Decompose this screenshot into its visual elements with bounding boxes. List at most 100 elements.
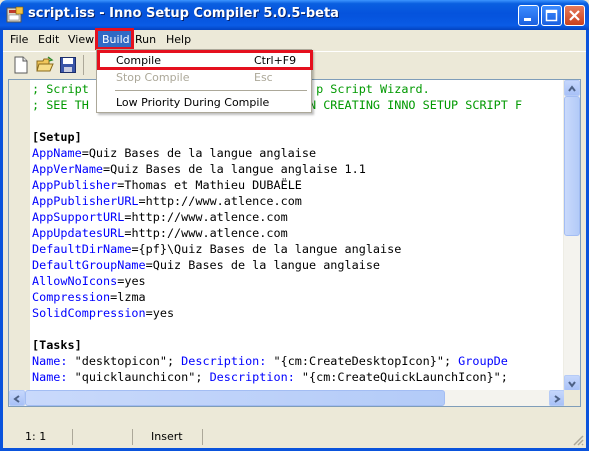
vertical-scroll-thumb[interactable] [564, 96, 580, 236]
code-token: "{cm:CreateQuickLaunchIcon}"; [294, 370, 508, 384]
window-title: script.iss - Inno Setup Compiler 5.0.5-b… [28, 6, 339, 21]
code-line[interactable]: AppUpdatesURL=http://www.atlence.com [32, 225, 564, 241]
code-token: Description: [209, 370, 295, 384]
code-line[interactable]: AppName=Quiz Bases de la langue anglaise [32, 145, 564, 161]
code-line[interactable]: DefaultGroupName=Quiz Bases de la langue… [32, 257, 564, 273]
title-bar[interactable]: script.iss - Inno Setup Compiler 5.0.5-b… [0, 0, 589, 30]
code-line[interactable]: [Setup] [32, 129, 564, 145]
code-token: =http://www.atlence.com [124, 210, 288, 224]
close-icon [569, 10, 580, 21]
status-position: 1: 1 [3, 429, 73, 445]
window-frame-left [0, 30, 3, 451]
code-line[interactable]: DefaultDirName={pf}\Quiz Bases de la lan… [32, 241, 564, 257]
scrollbar-corner [564, 390, 580, 406]
code-line[interactable]: Name: "quicklaunchicon"; Description: "{… [32, 369, 564, 385]
code-token: AppPublisher [32, 178, 118, 192]
minimize-button[interactable] [518, 5, 539, 26]
menu-separator [115, 90, 307, 91]
status-bar: 1: 1 Insert [3, 427, 586, 447]
status-modified [75, 429, 133, 445]
code-token: =Quiz Bases de la langue anglaise [81, 146, 317, 160]
code-token: AppName [32, 146, 82, 160]
code-token: "quicklaunchicon"; [67, 370, 210, 384]
code-token: =Quiz Bases de la langue anglaise [145, 258, 381, 272]
code-token: =yes [117, 274, 146, 288]
code-line[interactable]: AppPublisher=Thomas et Mathieu DUBAËLE [32, 177, 564, 193]
code-token: =Quiz Bases de la langue anglaise 1.1 [103, 162, 366, 176]
code-token: GroupDe [458, 354, 508, 368]
code-token: "desktopicon"; [67, 354, 182, 368]
code-token: =lzma [110, 290, 146, 304]
minimize-icon [524, 18, 531, 21]
menu-item-stop-compile: Stop Compile Esc [98, 69, 310, 87]
resize-grip-icon[interactable] [572, 434, 584, 446]
menu-bar: File Edit View Build Run Help [3, 30, 586, 49]
new-file-icon[interactable] [12, 56, 30, 74]
code-token: SolidCompression [32, 306, 146, 320]
menu-build[interactable]: Build [98, 31, 134, 48]
menu-run[interactable]: Run [131, 31, 160, 48]
code-token: AppVerName [32, 162, 104, 176]
code-token: Name: [32, 354, 68, 368]
code-token: AllowNoIcons [32, 274, 118, 288]
code-line[interactable]: AppVerName=Quiz Bases de la langue angla… [32, 161, 564, 177]
menu-item-compile[interactable]: Compile Ctrl+F9 [98, 52, 310, 70]
code-token: Compression [32, 290, 111, 304]
code-line[interactable] [32, 321, 564, 337]
code-token: DefaultDirName [32, 242, 132, 256]
code-token: =yes [145, 306, 175, 320]
arrow-left-icon [13, 395, 20, 403]
vertical-scrollbar[interactable] [563, 80, 580, 391]
code-token: =http://www.atlence.com [138, 194, 302, 208]
maximize-icon [545, 9, 558, 22]
menu-help[interactable]: Help [162, 31, 195, 48]
script-editor[interactable]: ; Script p Script Wizard.; SEE TH ON CRE… [8, 79, 581, 407]
close-button[interactable] [564, 5, 585, 26]
stop-compile-shortcut: Esc [254, 71, 273, 84]
code-token: Name: [32, 370, 68, 384]
code-token: ; SEE TH [32, 98, 89, 112]
code-token: AppUpdatesURL [32, 226, 125, 240]
scroll-left-button[interactable] [9, 390, 25, 406]
inno-setup-app-icon[interactable] [6, 6, 24, 24]
stop-compile-label: Stop Compile [116, 71, 190, 84]
compile-shortcut: Ctrl+F9 [254, 54, 297, 67]
code-line[interactable] [32, 113, 564, 129]
save-icon[interactable] [59, 56, 77, 74]
code-line[interactable]: Name: "desktopicon"; Description: "{cm:C… [32, 353, 564, 369]
arrow-down-icon [568, 381, 576, 388]
code-line[interactable]: AppPublisherURL=http://www.atlence.com [32, 193, 564, 209]
code-line[interactable]: AppSupportURL=http://www.atlence.com [32, 209, 564, 225]
horizontal-scrollbar[interactable] [9, 390, 565, 406]
arrow-up-icon [568, 85, 576, 92]
code-token: AppSupportURL [32, 210, 125, 224]
toolbar-separator [83, 55, 84, 75]
code-token: =http://www.atlence.com [124, 226, 288, 240]
code-line[interactable]: [Tasks] [32, 337, 564, 353]
horizontal-scroll-thumb[interactable] [25, 390, 445, 406]
menu-item-low-priority[interactable]: Low Priority During Compile [98, 94, 310, 112]
code-token: [Tasks] [32, 338, 82, 352]
build-dropdown-menu: Compile Ctrl+F9 Stop Compile Esc Low Pri… [96, 49, 312, 113]
open-folder-icon[interactable] [36, 56, 54, 74]
code-token: [Setup] [32, 130, 82, 144]
arrow-right-icon [554, 395, 561, 403]
editor-gutter [9, 80, 30, 406]
menu-view[interactable]: View [64, 31, 98, 48]
code-line[interactable]: SolidCompression=yes [32, 305, 564, 321]
code-line[interactable]: Compression=lzma [32, 289, 564, 305]
code-token: AppPublisherURL [32, 194, 139, 208]
menu-edit[interactable]: Edit [34, 31, 63, 48]
code-token: Description: [181, 354, 267, 368]
code-line[interactable]: AllowNoIcons=yes [32, 273, 564, 289]
maximize-button[interactable] [541, 5, 562, 26]
low-priority-label: Low Priority During Compile [116, 96, 270, 109]
code-token: ={pf}\Quiz Bases de la langue anglaise [131, 242, 402, 256]
scroll-up-button[interactable] [564, 80, 580, 96]
menu-file[interactable]: File [6, 31, 32, 48]
scroll-down-button[interactable] [564, 375, 580, 391]
code-area[interactable]: ; Script p Script Wizard.; SEE TH ON CRE… [32, 81, 564, 406]
scroll-right-button[interactable] [549, 390, 565, 406]
status-insert-mode: Insert [135, 429, 203, 445]
code-token: DefaultGroupName [32, 258, 146, 272]
